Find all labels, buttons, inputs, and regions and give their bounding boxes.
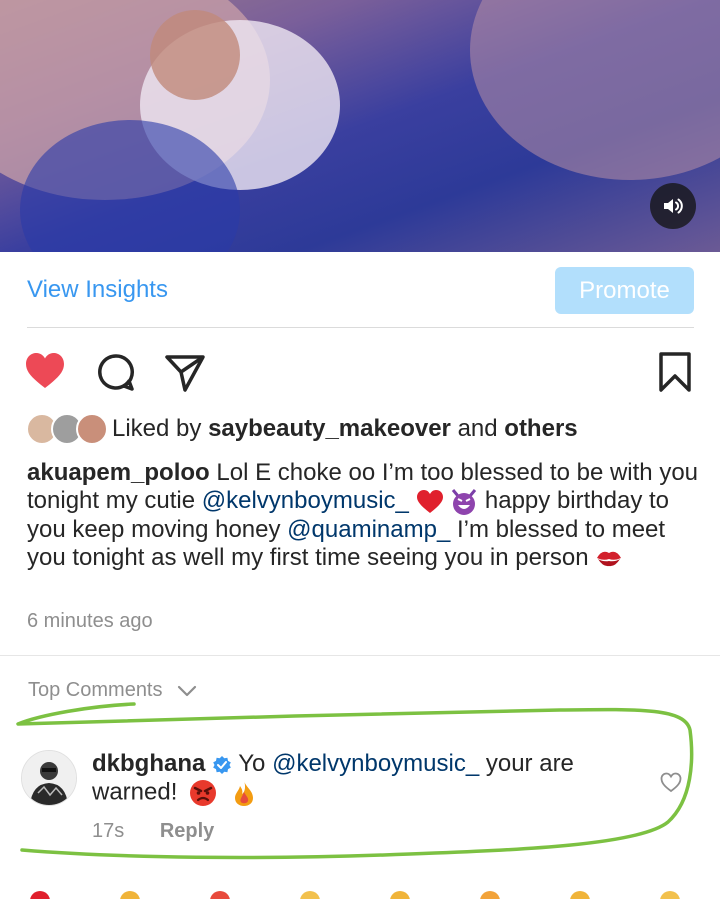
angry-face-emoji-icon	[190, 780, 217, 806]
sound-toggle-button[interactable]	[650, 183, 696, 229]
comment-body: dkbghana Yo @kelvynboymusic_ your are wa…	[92, 750, 652, 808]
caption-username[interactable]: akuapem_poloo	[27, 459, 210, 486]
liked-by-connector: and	[457, 415, 498, 442]
post-timestamp: 6 minutes ago	[27, 610, 153, 632]
commenter-avatar[interactable]	[21, 750, 77, 806]
comment-icon[interactable]	[96, 353, 136, 393]
red-heart-emoji-icon	[416, 489, 443, 513]
verified-badge-icon	[213, 755, 231, 774]
avatar	[76, 413, 108, 445]
heart-filled-icon[interactable]	[24, 351, 66, 391]
video-frame-detail	[470, 0, 720, 180]
smiling-imp-emoji-icon	[452, 488, 477, 515]
divider	[27, 327, 694, 328]
liked-by-text: Liked by saybeauty_makeover and others	[112, 415, 578, 443]
liker-username[interactable]: saybeauty_makeover	[208, 415, 451, 442]
caption-mention[interactable]: @kelvynboymusic_	[202, 487, 409, 514]
liked-by-prefix: Liked by	[112, 415, 202, 442]
insights-bar: View Insights Promote	[0, 252, 720, 328]
video-frame-detail	[150, 10, 240, 100]
liked-by-others[interactable]: others	[504, 415, 577, 442]
video-player[interactable]	[0, 0, 720, 252]
caption-mention[interactable]: @quaminamp_	[287, 516, 450, 543]
kiss-mark-emoji-icon	[597, 552, 622, 567]
divider	[0, 655, 720, 656]
comment-text-prefix: Yo	[238, 750, 266, 777]
comment-mention[interactable]: @kelvynboymusic_	[272, 750, 479, 777]
avatar	[22, 751, 76, 805]
reply-button[interactable]: Reply	[160, 820, 214, 842]
comment-meta: 17s Reply	[92, 820, 214, 843]
liked-by-row[interactable]: Liked by saybeauty_makeover and others	[26, 412, 578, 446]
promote-button[interactable]: Promote	[555, 267, 694, 314]
fire-emoji-icon	[234, 780, 253, 806]
view-insights-link[interactable]: View Insights	[27, 276, 168, 304]
comment-like-heart-icon[interactable]	[660, 772, 682, 793]
speaker-icon	[664, 198, 683, 214]
quick-reaction-bar[interactable]	[0, 887, 720, 899]
comment-time: 17s	[92, 820, 125, 842]
post-actions	[0, 345, 720, 397]
comment-username[interactable]: dkbghana	[92, 750, 205, 777]
liker-avatars	[26, 413, 108, 445]
post-caption: akuapem_poloo Lol E choke oo I’m too ble…	[27, 459, 699, 572]
bookmark-icon[interactable]	[658, 351, 692, 393]
share-send-icon[interactable]	[164, 353, 206, 393]
